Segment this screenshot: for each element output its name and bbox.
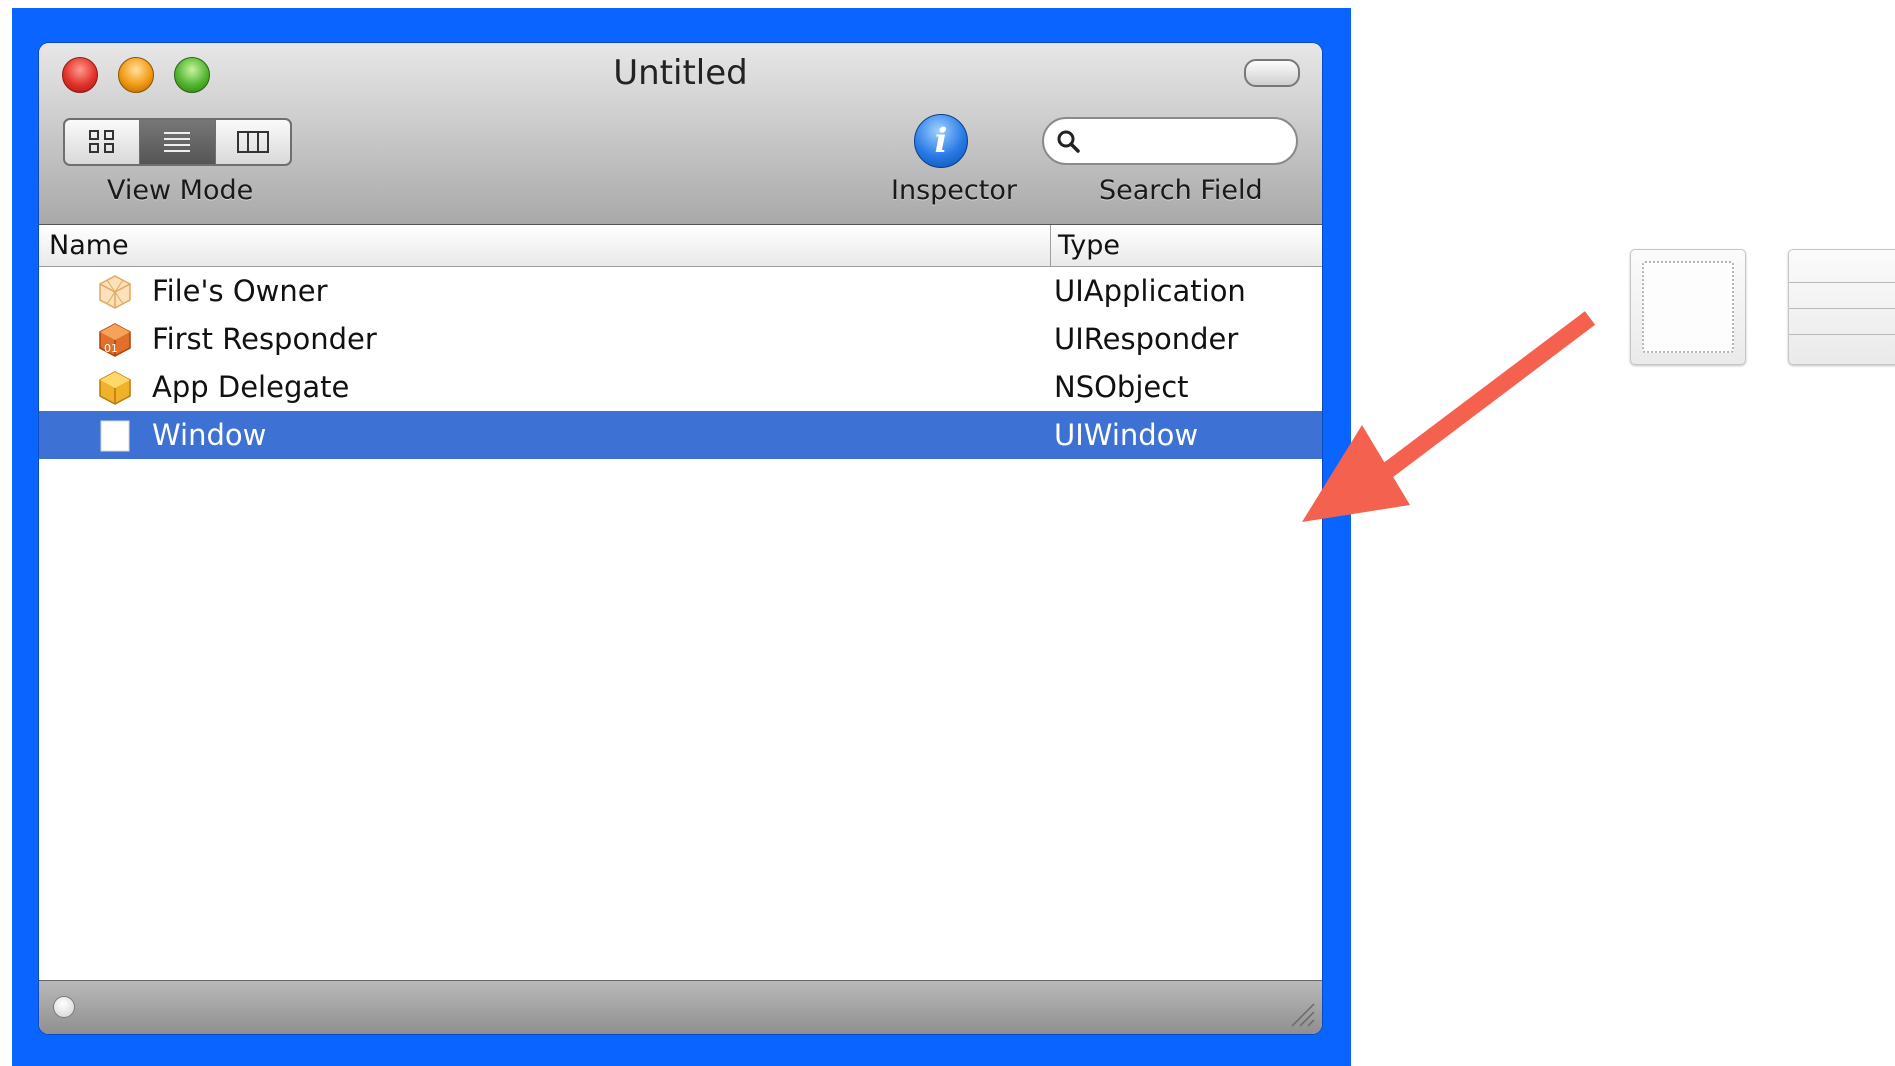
table-line — [1789, 282, 1895, 283]
svg-text:01: 01 — [104, 342, 118, 355]
table-row[interactable]: File's Owner UIApplication — [39, 267, 1322, 315]
status-indicator-icon — [53, 996, 75, 1018]
object-cube-icon — [99, 371, 131, 405]
search-field-label: Search Field — [1099, 175, 1263, 206]
view-placeholder-icon — [1642, 261, 1734, 353]
list-view-button[interactable] — [140, 120, 216, 164]
columns-icon — [236, 131, 269, 153]
search-input[interactable] — [1090, 125, 1284, 159]
icon-grid-icon — [89, 130, 115, 153]
column-header-name[interactable]: Name — [49, 225, 129, 266]
inspector-label: Inspector — [891, 175, 1017, 206]
files-owner-cube-icon — [99, 275, 131, 309]
row-type: UIResponder — [1054, 322, 1239, 356]
column-divider[interactable] — [1050, 225, 1051, 266]
column-header-type[interactable]: Type — [1058, 225, 1120, 266]
row-name: Window — [152, 418, 267, 452]
table-header: Name Type — [39, 225, 1322, 267]
document-window: Untitled View Mode i Inspector Search Fi… — [39, 43, 1322, 1034]
row-name: App Delegate — [152, 370, 350, 404]
table-row[interactable]: App Delegate NSObject — [39, 363, 1322, 411]
row-name: File's Owner — [152, 274, 328, 308]
row-type: NSObject — [1054, 370, 1189, 404]
object-list: File's Owner UIApplication 01 First Resp… — [39, 267, 1322, 459]
first-responder-cube-icon: 01 — [99, 323, 131, 357]
list-lines-icon — [164, 132, 191, 152]
search-field[interactable] — [1042, 117, 1298, 165]
row-type: UIApplication — [1054, 274, 1246, 308]
row-name: First Responder — [152, 322, 377, 356]
window-icon — [100, 420, 130, 452]
table-row[interactable]: 01 First Responder UIResponder — [39, 315, 1322, 363]
view-mode-control — [63, 118, 292, 166]
column-view-button[interactable] — [216, 120, 290, 164]
window-title: Untitled — [613, 53, 748, 93]
table-line — [1789, 334, 1895, 335]
resize-grip-icon[interactable] — [1286, 998, 1316, 1028]
annotation-arrow-icon — [1302, 311, 1596, 522]
search-icon — [1057, 130, 1080, 153]
library-table-view-item[interactable] — [1788, 249, 1895, 365]
table-line — [1789, 308, 1895, 309]
info-icon: i — [934, 121, 948, 161]
window-toolbar: Untitled View Mode i Inspector Search Fi… — [39, 43, 1322, 225]
library-view-item[interactable] — [1630, 249, 1746, 365]
icon-view-button[interactable] — [65, 120, 141, 164]
status-bar — [39, 980, 1322, 1034]
toolbar-toggle-button[interactable] — [1244, 59, 1300, 87]
row-type: UIWindow — [1054, 418, 1199, 452]
view-mode-label: View Mode — [107, 175, 254, 206]
inspector-button[interactable]: i — [914, 114, 968, 168]
table-row[interactable]: Window UIWindow — [39, 411, 1322, 459]
